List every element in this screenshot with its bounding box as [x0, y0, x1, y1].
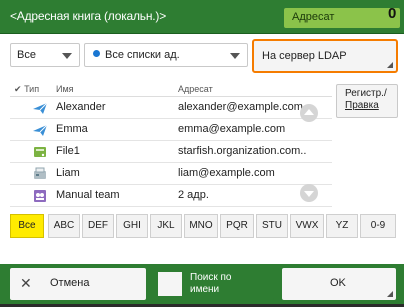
alpha-filter-def[interactable]: DEF: [82, 214, 114, 238]
name-search-label: Поиск по имени: [190, 272, 231, 296]
alpha-filter-jkl[interactable]: JKL: [150, 214, 182, 238]
alpha-filter-stu[interactable]: STU: [256, 214, 288, 238]
page-title: <Адресная книга (локальн.)>: [10, 9, 167, 23]
type-filter-value: Все: [17, 49, 36, 61]
corner-indicator-icon: [387, 62, 393, 68]
list-item[interactable]: Liam liam@example.com: [10, 163, 332, 185]
ok-button[interactable]: OK: [282, 268, 396, 300]
column-type-header[interactable]: ✔ Тип: [14, 84, 39, 95]
list-item[interactable]: Emma emma@example.com: [10, 119, 332, 141]
alpha-filter-vwx[interactable]: VWX: [290, 214, 324, 238]
name-search-button[interactable]: Поиск по имени: [154, 268, 274, 300]
name-search-line1: Поиск по: [190, 272, 232, 283]
alpha-filter-abc[interactable]: ABC: [48, 214, 80, 238]
cancel-label: Отмена: [50, 277, 90, 289]
ldap-server-button[interactable]: На сервер LDAP: [252, 39, 398, 73]
alpha-filter-all[interactable]: Все: [10, 214, 44, 238]
address-list: Alexander alexander@example.com Emma emm…: [10, 96, 332, 207]
entry-name: File1: [56, 145, 80, 157]
list-item[interactable]: Manual team 2 адр.: [10, 185, 332, 207]
alpha-filter-yz[interactable]: YZ: [326, 214, 358, 238]
register-label-line2: Правка: [345, 100, 379, 111]
alpha-filter-mno[interactable]: MNO: [184, 214, 218, 238]
list-scrollbar[interactable]: [298, 98, 320, 204]
ldap-button-label: На сервер LDAP: [262, 50, 347, 62]
entry-name: Manual team: [56, 189, 120, 201]
fax-icon: [34, 167, 46, 179]
close-icon: ✕: [20, 275, 32, 291]
ok-label: OK: [330, 277, 346, 289]
chevron-down-icon: [62, 53, 72, 59]
email-icon: [33, 124, 48, 136]
column-type-label: Тип: [24, 84, 40, 94]
scroll-up-button[interactable]: [300, 104, 318, 122]
checkmark-icon: ✔: [14, 84, 22, 94]
register-label-line1: Регистр./: [345, 88, 387, 99]
search-toggle-box: [158, 272, 182, 296]
entry-name: Emma: [56, 123, 88, 135]
chevron-down-icon: [230, 53, 240, 59]
group-icon: [34, 190, 46, 202]
scroll-down-button[interactable]: [300, 184, 318, 202]
entry-name: Alexander: [56, 101, 106, 113]
register-edit-button[interactable]: Регистр./ Правка: [336, 84, 398, 118]
column-name-header[interactable]: Имя: [56, 84, 74, 94]
name-search-line2: имени: [190, 284, 220, 295]
corner-indicator-icon: [387, 291, 393, 297]
address-book-panel: Все Все списки ад. На сервер LDAP ✔ Тип …: [0, 34, 404, 264]
alpha-filter-pqr[interactable]: PQR: [220, 214, 254, 238]
list-dot-icon: [93, 50, 100, 57]
title-bar: <Адресная книга (локальн.)> Адресат 0: [0, 0, 404, 34]
cancel-button[interactable]: ✕ Отмена: [10, 268, 146, 300]
address-list-select[interactable]: Все списки ад.: [84, 43, 248, 67]
destination-label: Адресат: [284, 8, 400, 28]
alpha-filter-ghi[interactable]: GHI: [116, 214, 148, 238]
destination-count: 0: [388, 5, 397, 22]
list-item[interactable]: File1 starfish.organization.com..: [10, 141, 332, 163]
entry-name: Liam: [56, 167, 80, 179]
email-icon: [33, 102, 48, 114]
list-item[interactable]: Alexander alexander@example.com: [10, 97, 332, 119]
type-filter-select[interactable]: Все: [10, 43, 80, 67]
bottom-bar: ✕ Отмена Поиск по имени OK: [0, 264, 404, 307]
column-address-header[interactable]: Адресат: [178, 84, 213, 94]
alpha-filter-digits[interactable]: 0-9: [360, 214, 396, 238]
file-server-icon: [34, 147, 46, 157]
address-list-value: Все списки ад.: [105, 49, 180, 61]
